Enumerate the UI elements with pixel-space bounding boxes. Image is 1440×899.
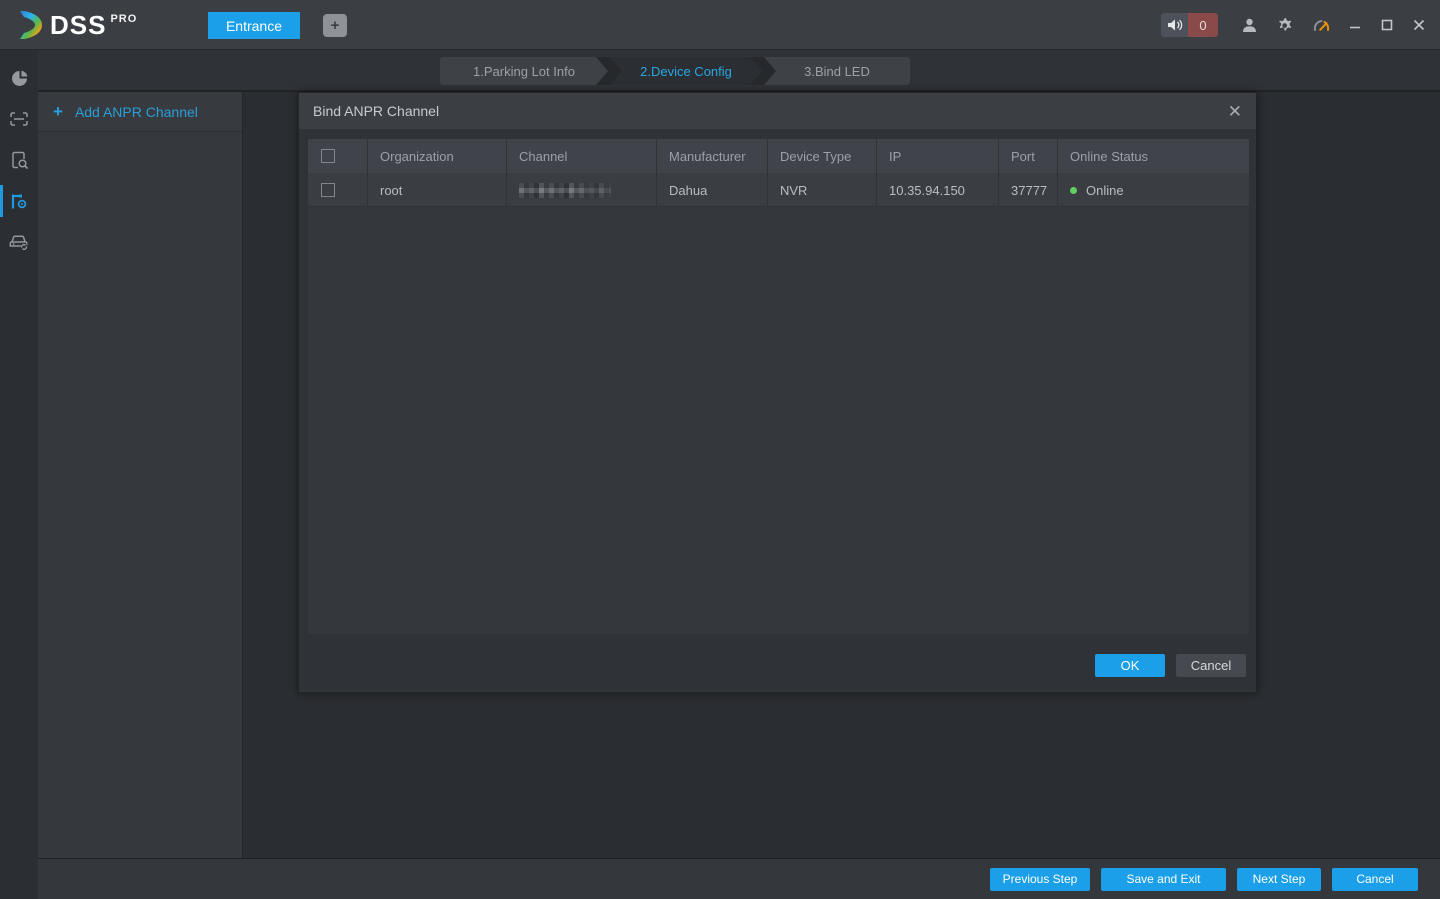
table-row[interactable]: root Dahua NVR 10.35.94.150 37777 Online [308, 173, 1249, 207]
wizard-steps: 1.Parking Lot Info 2.Device Config 3.Bin… [440, 57, 910, 85]
step-label: 1.Parking Lot Info [473, 63, 575, 79]
previous-step-button[interactable]: Previous Step [990, 867, 1090, 891]
maximize-button[interactable] [1378, 16, 1396, 34]
add-tab-button[interactable]: + [323, 14, 347, 37]
cell-online-status: Online [1058, 173, 1249, 207]
step-label: 2.Device Config [640, 63, 732, 79]
cell-manufacturer: Dahua [657, 173, 768, 207]
cell-organization: root [368, 173, 507, 207]
col-online-status: Online Status [1070, 148, 1149, 164]
minimize-button[interactable] [1346, 16, 1364, 34]
plus-icon: + [330, 17, 340, 34]
tab-entrance[interactable]: Entrance [208, 12, 300, 39]
sidebar-item-plate-recognition[interactable] [0, 99, 38, 139]
wizard-footer-bar: Previous Step Save and Exit Next Step Ca… [38, 858, 1440, 899]
wizard-cancel-button[interactable]: Cancel [1332, 867, 1418, 891]
add-anpr-channel-button[interactable]: + Add ANPR Channel [38, 92, 242, 132]
row-select-cell [308, 173, 368, 207]
online-status-dot [1070, 186, 1077, 194]
vehicle-sync-icon [9, 234, 28, 251]
dialog-title-bar: Bind ANPR Channel ✕ [299, 93, 1256, 129]
topbar-right-icons: 0 [1161, 0, 1428, 50]
left-icon-sidebar [0, 50, 38, 899]
plus-icon: + [53, 101, 63, 121]
settings-gear-icon[interactable] [1274, 14, 1296, 36]
ok-button[interactable]: OK [1095, 654, 1165, 677]
tab-entrance-label: Entrance [225, 17, 283, 34]
step-parking-lot-info[interactable]: 1.Parking Lot Info [440, 57, 608, 85]
cell-ip: 10.35.94.150 [877, 173, 999, 207]
col-manufacturer: Manufacturer [657, 139, 768, 173]
plate-scan-icon [10, 112, 28, 126]
sidebar-item-entrance-config[interactable] [0, 181, 38, 221]
step-label: 3.Bind LED [804, 63, 870, 79]
cell-device-type: NVR [768, 173, 877, 207]
anpr-channel-table: Organization Channel Manufacturer Device… [308, 139, 1249, 634]
select-all-cell [308, 139, 368, 173]
col-ip: IP [877, 139, 999, 173]
barrier-gate-icon [11, 194, 27, 208]
dialog-close-icon[interactable]: ✕ [1228, 103, 1242, 120]
alarm-count-badge: 0 [1188, 13, 1218, 37]
dss-logo-icon [20, 11, 42, 39]
next-step-button[interactable]: Next Step [1237, 867, 1321, 891]
sidebar-item-record-search[interactable] [0, 140, 38, 180]
step-bind-led[interactable]: 3.Bind LED [764, 57, 910, 85]
dss-logo: DSS PRO [18, 10, 137, 40]
alarm-center[interactable]: 0 [1161, 13, 1218, 37]
speaker-icon [1161, 13, 1188, 37]
sidebar-item-vehicle-management[interactable] [0, 222, 38, 262]
channel-redacted-blur [519, 182, 611, 198]
online-status-text: Online [1086, 182, 1124, 198]
add-anpr-channel-label: Add ANPR Channel [74, 103, 198, 120]
user-icon[interactable] [1238, 14, 1260, 36]
wizard-steps-bar: 1.Parking Lot Info 2.Device Config 3.Bin… [0, 50, 1440, 92]
select-all-checkbox[interactable] [321, 149, 335, 163]
topbar: DSS PRO Entrance + 0 [0, 0, 1440, 50]
row-checkbox[interactable] [321, 183, 335, 197]
pie-chart-icon [11, 70, 27, 86]
cell-port: 37777 [999, 173, 1058, 207]
save-and-exit-button[interactable]: Save and Exit [1101, 867, 1226, 891]
dialog-title: Bind ANPR Channel [313, 103, 440, 119]
cell-channel [507, 173, 657, 207]
bind-anpr-channel-dialog: Bind ANPR Channel ✕ Organization Channel… [298, 92, 1257, 693]
col-port: Port [999, 139, 1058, 173]
step-device-config-active[interactable]: 2.Device Config [610, 57, 762, 85]
col-device-type: Device Type [768, 139, 877, 173]
logo-text: DSS [50, 10, 107, 40]
record-search-icon [11, 151, 28, 169]
dialog-cancel-button[interactable]: Cancel [1176, 654, 1246, 677]
dialog-buttons: OK Cancel [1095, 654, 1246, 677]
col-organization: Organization [368, 139, 507, 173]
table-header-row: Organization Channel Manufacturer Device… [308, 139, 1249, 173]
dashboard-gauge-icon[interactable] [1310, 14, 1332, 36]
logo-pro-label: PRO [110, 13, 138, 25]
close-button[interactable] [1410, 16, 1428, 34]
dss-pro-window: DSS PRO Entrance + 0 1.Parking Lot Info … [0, 0, 1440, 899]
col-channel: Channel [507, 139, 657, 173]
channel-list-panel: + Add ANPR Channel [38, 92, 243, 858]
sidebar-item-statistics[interactable] [0, 58, 38, 98]
